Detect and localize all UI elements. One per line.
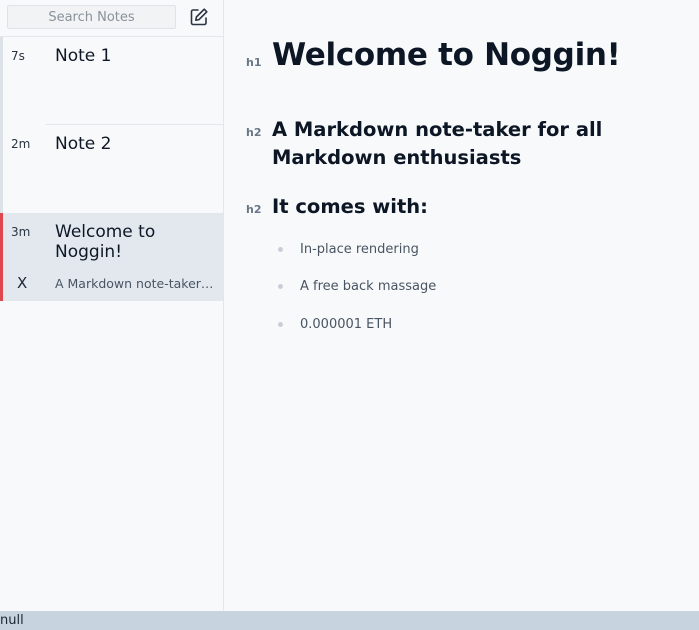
delete-note-button[interactable]: X — [17, 274, 27, 292]
list-item: 0.000001 ETH — [300, 317, 393, 332]
editor-pane[interactable]: h1 Welcome to Noggin! h2 A Markdown note… — [224, 0, 699, 611]
status-bar: null — [0, 611, 699, 630]
note-age: 7s — [11, 49, 25, 63]
sidebar: 7s Note 1 2m Note 2 3m Welcome to Noggin… — [0, 0, 224, 611]
note-age: 2m — [11, 137, 31, 151]
app-window: 7s Note 1 2m Note 2 3m Welcome to Noggin… — [0, 0, 699, 630]
note-item-3[interactable]: 3m Welcome to Noggin! X A Markdown note-… — [0, 213, 223, 301]
note-item-1[interactable]: 7s Note 1 — [0, 37, 223, 125]
note-item-2[interactable]: 2m Note 2 — [0, 125, 223, 213]
search-input[interactable] — [7, 5, 176, 29]
search-row — [0, 0, 223, 37]
note-title: Welcome to Noggin! — [55, 222, 156, 262]
heading-level-tag: h2 — [246, 203, 262, 216]
note-title: Note 1 — [55, 46, 112, 66]
note-indicator-bar — [0, 125, 3, 213]
note-preview: A Markdown note-taker for all Markdown e… — [55, 276, 217, 291]
note-age: 3m — [11, 225, 31, 239]
bullet-icon — [278, 247, 283, 252]
document-heading-2: It comes with: — [272, 195, 428, 218]
document-heading-2: A Markdown note-taker for all Markdown e… — [272, 118, 603, 169]
heading-level-tag: h1 — [246, 56, 262, 69]
note-indicator-bar — [0, 213, 3, 301]
document-heading-1: Welcome to Noggin! — [272, 37, 621, 73]
list-item: A free back massage — [300, 279, 437, 294]
note-indicator-bar — [0, 37, 3, 125]
edit-icon — [190, 8, 208, 26]
heading-level-tag: h2 — [246, 126, 262, 139]
note-title: Note 2 — [55, 134, 112, 154]
bullet-icon — [278, 284, 283, 289]
list-item: In-place rendering — [300, 242, 419, 257]
bullet-icon — [278, 322, 283, 327]
new-note-button[interactable] — [188, 6, 210, 28]
